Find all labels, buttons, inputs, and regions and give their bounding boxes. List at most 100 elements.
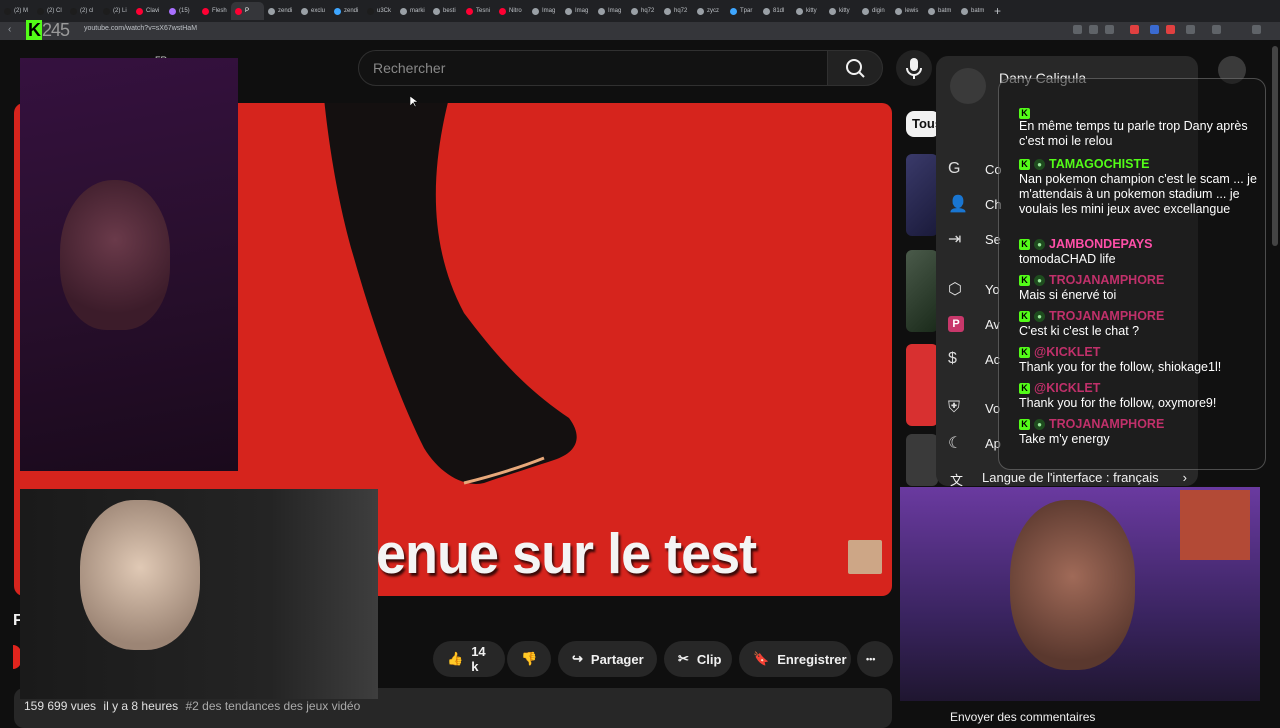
extension-icon[interactable] bbox=[1166, 25, 1175, 34]
tab-label: (15) bbox=[179, 8, 190, 14]
related-video-thumbnail[interactable] bbox=[906, 344, 938, 426]
download-icon[interactable] bbox=[1212, 25, 1221, 34]
menu-item[interactable]: $ Ac bbox=[948, 346, 1000, 372]
save-button[interactable]: 🔖 Enregistrer bbox=[739, 641, 851, 677]
browser-tab[interactable]: zendi bbox=[330, 2, 363, 20]
new-tab-button[interactable]: + bbox=[994, 4, 1001, 18]
browser-tab[interactable]: (2) M bbox=[0, 2, 33, 20]
browser-tab[interactable]: digin bbox=[858, 2, 891, 20]
browser-tab[interactable]: zendi bbox=[264, 2, 297, 20]
install-icon[interactable] bbox=[1073, 25, 1082, 34]
kick-badge-icon: K bbox=[1019, 347, 1030, 358]
browser-tab[interactable]: kitty bbox=[792, 2, 825, 20]
like-button[interactable]: 👍 14 k bbox=[433, 641, 505, 677]
chat-message: K ● TAMAGOCHISTE Nan pokemon champion c'est… bbox=[1019, 157, 1259, 217]
tab-label: zendi bbox=[278, 8, 293, 14]
browser-tab[interactable]: Tpar bbox=[726, 2, 759, 20]
menu-item[interactable]: ☾ Ap bbox=[948, 430, 1001, 456]
chat-message: K ● TROJANAMPHORE Take m'y energy bbox=[1019, 417, 1259, 447]
browser-tab[interactable]: 81dl bbox=[759, 2, 792, 20]
menu-item[interactable]: ⛨ Vo bbox=[948, 395, 1000, 421]
menu-item-icon: P bbox=[948, 316, 964, 332]
chat-username[interactable]: TAMAGOCHISTE bbox=[1049, 157, 1149, 172]
share-page-icon[interactable] bbox=[1105, 25, 1114, 34]
page-scrollbar[interactable] bbox=[1272, 46, 1278, 246]
browser-menu-icon[interactable] bbox=[1252, 25, 1261, 34]
browser-tab[interactable]: (2) Cl bbox=[33, 2, 66, 20]
browser-tab[interactable]: (2) cl bbox=[66, 2, 99, 20]
tab-label: Clavi bbox=[146, 8, 160, 14]
tab-favicon-icon bbox=[829, 7, 836, 15]
browser-tab[interactable]: Flesh bbox=[198, 2, 231, 20]
browser-tab[interactable]: batm bbox=[957, 2, 990, 20]
thumbs-down-icon: 👎 bbox=[521, 651, 538, 666]
browser-tab[interactable]: u3Ck bbox=[363, 2, 396, 20]
chat-message: K En même temps tu parle trop Dany après … bbox=[1019, 108, 1259, 149]
chat-username[interactable]: TROJANAMPHORE bbox=[1049, 417, 1164, 432]
tab-favicon-icon bbox=[730, 7, 737, 15]
browser-tab[interactable]: Clavi bbox=[132, 2, 165, 20]
chat-username[interactable]: @KICKLET bbox=[1034, 381, 1100, 396]
kick-badge-icon: K bbox=[1019, 311, 1030, 322]
browser-tab[interactable]: exclu bbox=[297, 2, 330, 20]
trending-tag[interactable]: #2 des tendances des jeux vidéo bbox=[185, 699, 360, 713]
browser-tab[interactable]: batm bbox=[924, 2, 957, 20]
related-video-thumbnail[interactable] bbox=[906, 250, 938, 332]
tab-label: Imag bbox=[608, 8, 622, 14]
browser-tab[interactable]: Imag bbox=[594, 2, 627, 20]
browser-tab[interactable]: P bbox=[231, 2, 264, 20]
chat-message-text: Mais si énervé toi bbox=[1019, 288, 1117, 302]
browser-tab[interactable]: besti bbox=[429, 2, 462, 20]
browser-tab[interactable]: Imag bbox=[528, 2, 561, 20]
menu-item[interactable]: ⬡ Yo bbox=[948, 276, 1000, 302]
url-text[interactable]: youtube.com/watch?v=sX67wstHaM bbox=[84, 25, 197, 32]
browser-tab[interactable]: zycz bbox=[693, 2, 726, 20]
webcam-person bbox=[80, 500, 200, 650]
tab-favicon-icon bbox=[37, 7, 44, 15]
browser-tab[interactable]: Nitro bbox=[495, 2, 528, 20]
extensions-puzzle-icon[interactable] bbox=[1186, 25, 1195, 34]
chip-all[interactable]: Tous bbox=[906, 111, 940, 137]
menu-item[interactable]: 👤 Ch bbox=[948, 191, 1002, 217]
chat-username[interactable]: JAMBONDEPAYS bbox=[1049, 237, 1153, 252]
menu-item[interactable]: G Co bbox=[948, 156, 1002, 182]
browser-tab[interactable]: Imag bbox=[561, 2, 594, 20]
dislike-button[interactable]: 👎 bbox=[507, 641, 551, 677]
send-feedback-item[interactable]: Envoyer des commentaires bbox=[950, 710, 1095, 724]
clip-button[interactable]: ✂ Clip bbox=[664, 641, 732, 677]
voice-search-button[interactable] bbox=[896, 50, 932, 86]
browser-tab[interactable]: Tesni bbox=[462, 2, 495, 20]
menu-item[interactable]: P Av bbox=[948, 311, 1000, 337]
chat-username[interactable]: @KICKLET bbox=[1034, 345, 1100, 360]
browser-tab[interactable]: (2) Li bbox=[99, 2, 132, 20]
browser-tab[interactable]: marki bbox=[396, 2, 429, 20]
extension-icon[interactable] bbox=[1150, 25, 1159, 34]
chat-username[interactable]: TROJANAMPHORE bbox=[1049, 273, 1164, 288]
tab-label: batm bbox=[938, 8, 952, 14]
zoom-icon[interactable] bbox=[1089, 25, 1098, 34]
video-frame-fist bbox=[324, 103, 577, 485]
channel-watermark[interactable] bbox=[848, 540, 882, 574]
scissors-icon: ✂ bbox=[678, 651, 689, 666]
extension-icon[interactable] bbox=[1130, 25, 1139, 34]
related-video-thumbnail[interactable] bbox=[906, 434, 938, 486]
chat-message: K @KICKLET Thank you for the follow, oxymo… bbox=[1019, 381, 1259, 411]
browser-tab[interactable]: lewis bbox=[891, 2, 924, 20]
browser-tab[interactable]: (15) bbox=[165, 2, 198, 20]
browser-tab[interactable]: hq72 bbox=[660, 2, 693, 20]
back-icon[interactable]: ‹ bbox=[8, 24, 11, 35]
search-input[interactable]: Rechercher bbox=[358, 50, 828, 86]
search-icon bbox=[846, 59, 865, 78]
menu-item[interactable]: ⇥ Se bbox=[948, 226, 1001, 252]
chat-username[interactable]: TROJANAMPHORE bbox=[1049, 309, 1164, 324]
browser-tab[interactable]: hq72 bbox=[627, 2, 660, 20]
tab-label: Imag bbox=[542, 8, 556, 14]
tab-favicon-icon bbox=[4, 7, 11, 15]
browser-tab[interactable]: kitty bbox=[825, 2, 858, 20]
related-video-thumbnail[interactable] bbox=[906, 154, 938, 236]
share-button[interactable]: ↪ Partager bbox=[558, 641, 657, 677]
search-button[interactable] bbox=[827, 50, 883, 86]
more-actions-button[interactable]: ••• bbox=[857, 641, 893, 677]
chat-message-header: K @KICKLET bbox=[1019, 345, 1259, 360]
tab-favicon-icon bbox=[499, 7, 506, 15]
